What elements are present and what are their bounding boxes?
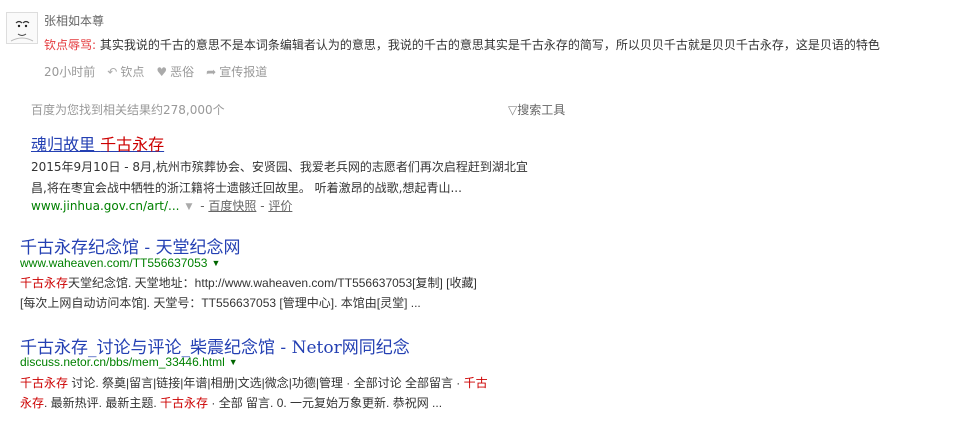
result-title-link[interactable]: 千古永存纪念馆 - 天堂纪念网 <box>20 233 241 258</box>
search-tools-button[interactable]: ▽搜索工具 <box>508 101 565 118</box>
user-avatar[interactable] <box>6 12 38 44</box>
report-label: 宣传报道 <box>219 65 268 79</box>
result-snippet-line: [每次上网自动访问本馆]. 天堂号：TT556637053 [管理中心]. 本馆… <box>20 296 421 310</box>
result-title-site: Netor网同纪念 <box>291 338 410 358</box>
vulgar-label: 恶俗 <box>170 65 195 79</box>
result-title-keyword: 千古永存 <box>100 135 165 154</box>
result-url[interactable]: www.jinhua.gov.cn/art/... <box>31 199 179 213</box>
result-title-part: 千古永存纪念馆 <box>20 238 139 258</box>
result-title-part: 魂归故里 <box>31 135 96 154</box>
review-link[interactable]: 评价 <box>268 199 292 213</box>
result-title-link[interactable]: 魂归故里 千古永存 <box>31 131 164 155</box>
result-snippet-line: 千古永存天堂纪念馆. 天堂地址：http://www.waheaven.com/… <box>20 276 477 290</box>
comment-username[interactable]: 张相如本尊 <box>44 12 104 29</box>
snippet-keyword: 千古永存 <box>20 276 69 290</box>
comment-tag[interactable]: 钦点辱骂: <box>44 38 96 52</box>
snippet-line: 2015年9月10日 - 8月,杭州市殡葬协会、安贤园、我爱老兵网的志愿者们再次… <box>31 160 528 174</box>
result-snippet-line: 千古永存 讨论. 祭奠|留言|链接|年谱|相册|文选|微念|功德|管理 · 全部… <box>20 376 488 390</box>
comment-body: 钦点辱骂: 其实我说的千古的意思不是本词条编辑者认为的意思，我说的千古的意思其实… <box>44 36 880 53</box>
result-snippet-line: 永存. 最新热评. 最新主题. 千古永存 · 全部 留言. 0. 一元复始万象更… <box>20 396 443 410</box>
snippet-keyword: 永存 <box>20 396 45 410</box>
comment-text: 其实我说的千古的意思不是本词条编辑者认为的意思，我说的千古的意思其实是千古永存的… <box>99 38 880 52</box>
comment-time: 20小时前 <box>44 65 96 79</box>
heart-icon: ♥ <box>156 64 168 79</box>
result-title-site: 天堂纪念网 <box>155 238 241 258</box>
avatar-face-icon <box>7 13 37 43</box>
result-url[interactable]: discuss.netor.cn/bbs/mem_33446.html <box>20 355 225 369</box>
result-url-row: www.waheaven.com/TT556637053 ▼ <box>20 256 220 270</box>
snapshot-link[interactable]: 百度快照 <box>208 199 256 213</box>
reply-arrow-icon: ↶ <box>107 64 118 79</box>
snippet-keyword: 千古永存 <box>20 376 69 390</box>
filter-icon: ▽ <box>508 103 518 117</box>
result-count: 百度为您找到相关结果约278,000个 <box>31 103 225 117</box>
comment-meta-bar: 20小时前 ↶ 钦点 ♥ 恶俗 ➦ 宣传报道 <box>44 63 279 80</box>
result-url-row: discuss.netor.cn/bbs/mem_33446.html ▼ <box>20 355 238 369</box>
snippet-keyword: 千古 <box>463 376 488 390</box>
search-tools-label: 搜索工具 <box>517 103 566 117</box>
result-url-row: www.jinhua.gov.cn/art/... ▼ - 百度快照 - 评价 <box>31 199 293 213</box>
report-button[interactable]: ➦ 宣传报道 <box>206 63 267 80</box>
share-arrow-icon: ➦ <box>206 64 217 79</box>
caret-down-icon[interactable]: ▼ <box>211 258 220 268</box>
result-snippet: 2015年9月10日 - 8月,杭州市殡葬协会、安贤园、我爱老兵网的志愿者们再次… <box>31 157 571 199</box>
snippet-keyword: 千古永存 <box>160 396 209 410</box>
caret-down-icon[interactable]: ▼ <box>185 202 192 212</box>
caret-down-icon[interactable]: ▼ <box>229 357 238 367</box>
snippet-line: 昌,将在枣宜会战中牺牲的浙江籍将士遗骸迁回故里。 听着激昂的战歌,想起青山... <box>31 181 462 195</box>
reply-button[interactable]: ↶ 钦点 <box>107 63 144 80</box>
reply-label: 钦点 <box>120 65 145 79</box>
result-url[interactable]: www.waheaven.com/TT556637053 <box>20 256 207 270</box>
vulgar-button[interactable]: ♥ 恶俗 <box>156 63 194 80</box>
